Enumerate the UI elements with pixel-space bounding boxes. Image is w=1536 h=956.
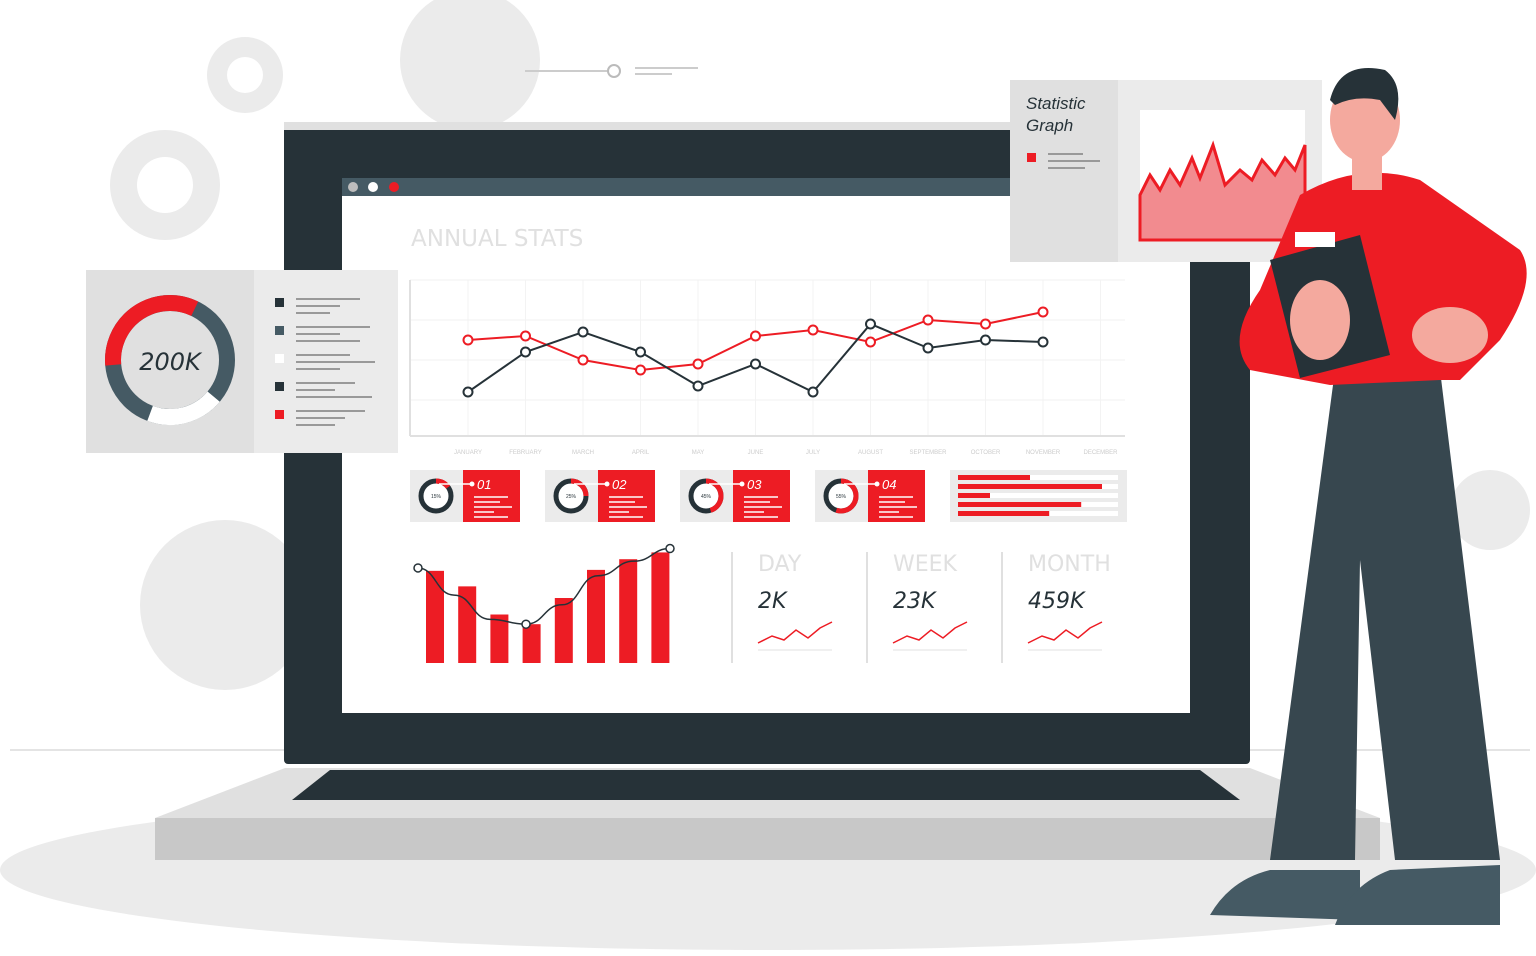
hbar-fill: [958, 493, 990, 498]
bar: [458, 586, 477, 663]
kpi-connector-dot: [739, 481, 745, 487]
kpi-card: 15% 01: [410, 470, 520, 522]
kpi-number: 03: [747, 477, 762, 492]
kpi-card-red: [463, 470, 520, 522]
x-tick-label: APRIL: [632, 450, 650, 456]
data-point: [807, 324, 819, 336]
x-tick-label: NOVEMBER: [1026, 450, 1061, 456]
stat-value: 2K: [758, 589, 788, 614]
kpi-percent: 45%: [701, 494, 712, 500]
kpi-percent: 15%: [431, 494, 442, 500]
x-tick-label: MARCH: [572, 450, 594, 456]
horizontal-bar-card: [950, 470, 1127, 522]
kpi-card-red: [598, 470, 655, 522]
hbar-fill: [958, 511, 1050, 516]
kpi-card-red: [733, 470, 790, 522]
data-point: [520, 330, 531, 342]
stat-label: DAY: [758, 552, 802, 577]
kpi-number: 04: [882, 477, 896, 492]
data-point: [692, 358, 704, 370]
data-point: [1037, 336, 1049, 348]
data-point: [980, 318, 991, 330]
data-point: [807, 386, 819, 398]
hbar-fill: [958, 502, 1082, 507]
bar: [651, 552, 670, 663]
dashboard-illustration: ANNUAL STATS JANUARY FEBRUARY MARCH APRIL MA…: [0, 0, 1536, 950]
data-point: [462, 334, 474, 346]
bar: [587, 569, 605, 663]
hbar-fill: [958, 484, 1102, 489]
hbar-fill: [958, 475, 1030, 480]
data-point: [520, 346, 531, 358]
bar: [554, 598, 573, 663]
x-tick-label: JULY: [806, 450, 820, 456]
bar: [522, 624, 541, 663]
kpi-number: 01: [477, 477, 491, 492]
x-tick-label: DECEMBER: [1083, 450, 1118, 456]
kpi-percent: 55%: [836, 494, 847, 500]
data-point: [922, 342, 934, 354]
stat-value: 459K: [1028, 589, 1086, 614]
window-dot[interactable]: [348, 182, 358, 192]
window-dot[interactable]: [368, 182, 378, 192]
screen-title: ANNUAL STATS: [411, 226, 583, 252]
kpi-card-red: [868, 470, 925, 522]
statistic-title-2: Graph: [1026, 116, 1073, 135]
slider-knob-icon: [607, 64, 621, 78]
window-dot[interactable]: [389, 182, 399, 192]
kpi-percent: 25%: [566, 494, 577, 500]
data-point: [692, 380, 704, 392]
x-tick-label: JANUARY: [454, 450, 482, 456]
data-point: [865, 336, 876, 348]
kpi-card: 45% 03: [680, 470, 790, 522]
x-tick-label: SEPTEMBER: [909, 450, 947, 456]
data-point: [750, 358, 761, 370]
data-point: [980, 334, 991, 346]
trend-point: [521, 619, 531, 629]
bar: [619, 559, 638, 663]
data-point: [865, 318, 876, 330]
donut-value: 200K: [139, 348, 203, 376]
stat-label: WEEK: [893, 552, 958, 577]
stat-label: MONTH: [1028, 552, 1111, 577]
x-tick-label: MAY: [692, 450, 705, 456]
kpi-connector-dot: [604, 481, 610, 487]
x-tick-label: AUGUST: [858, 450, 883, 456]
data-point: [635, 364, 646, 376]
kpi-connector-dot: [469, 481, 475, 487]
data-point: [750, 330, 761, 342]
data-point: [577, 326, 589, 338]
kpi-number: 02: [612, 477, 627, 492]
x-tick-label: FEBRUARY: [509, 450, 542, 456]
bar: [426, 570, 444, 663]
kpi-card: 55% 04: [815, 470, 925, 522]
data-point: [462, 386, 474, 398]
data-point: [1037, 306, 1049, 318]
x-tick-label: OCTOBER: [971, 450, 1001, 456]
kpi-card: 25% 02: [545, 470, 655, 522]
x-tick-label: JUNE: [748, 450, 764, 456]
trend-point: [413, 563, 423, 573]
data-point: [635, 346, 646, 358]
trend-point: [665, 543, 675, 554]
statistic-title-1: Statistic: [1026, 94, 1086, 113]
data-point: [577, 354, 589, 366]
stat-value: 23K: [893, 589, 937, 614]
kpi-connector-dot: [874, 481, 880, 487]
data-point: [922, 314, 934, 326]
